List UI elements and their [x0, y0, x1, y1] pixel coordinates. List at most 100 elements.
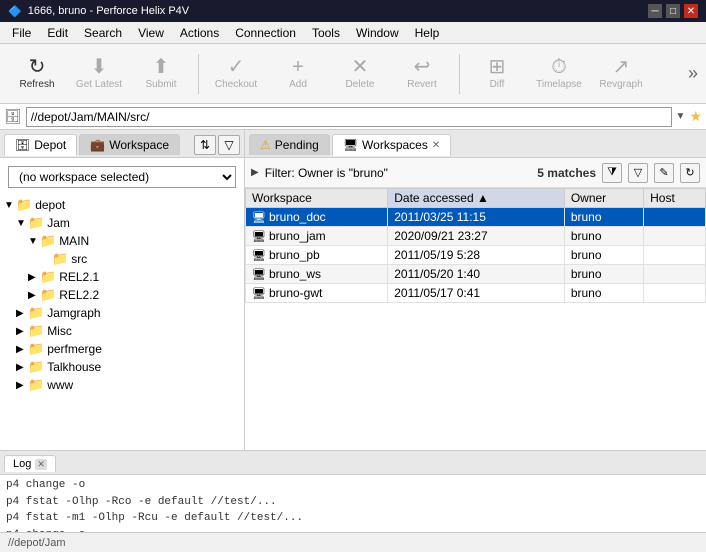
table-row[interactable]: 🖥bruno-gwt 2011/05/17 0:41 bruno: [246, 284, 706, 303]
jam-folder-icon: 📁: [28, 215, 44, 231]
tree-item-jam[interactable]: ▼ 📁 Jam: [0, 214, 244, 232]
revgraph-button[interactable]: ↗ Revgraph: [592, 48, 650, 100]
menu-tools[interactable]: Tools: [304, 24, 348, 42]
revert-label: Revert: [407, 79, 436, 90]
filter-refresh-button[interactable]: ↻: [680, 163, 700, 183]
workspaces-tab[interactable]: 🖥 Workspaces ✕: [332, 134, 451, 156]
checkout-button[interactable]: ✓ Checkout: [207, 48, 265, 100]
rel22-folder-icon: 📁: [40, 287, 56, 303]
sort-button[interactable]: ⇅: [194, 135, 216, 155]
table-row[interactable]: 🖥bruno_jam 2020/09/21 23:27 bruno: [246, 227, 706, 246]
table-row[interactable]: 🖥bruno_pb 2011/05/19 5:28 bruno: [246, 246, 706, 265]
expand-jam-icon[interactable]: ▼: [16, 218, 28, 229]
col-host[interactable]: Host: [644, 189, 706, 208]
tree-label-main: MAIN: [59, 234, 89, 248]
www-folder-icon: 📁: [28, 377, 44, 393]
title-bar-text: 1666, bruno - Perforce Helix P4V: [28, 5, 189, 17]
table-row[interactable]: 🖥bruno_doc 2011/03/25 11:15 bruno: [246, 208, 706, 227]
expand-misc-icon[interactable]: ▶: [16, 326, 28, 337]
menu-help[interactable]: Help: [407, 24, 448, 42]
tree-item-rel21[interactable]: ▶ 📁 REL2.1: [0, 268, 244, 286]
minimize-button[interactable]: ─: [648, 4, 662, 18]
menu-search[interactable]: Search: [76, 24, 130, 42]
menu-window[interactable]: Window: [348, 24, 407, 42]
revgraph-label: Revgraph: [599, 79, 642, 90]
left-tab-bar: 🗄 Depot 💼 Workspace ⇅ ▽: [0, 130, 244, 158]
col-owner-label: Owner: [571, 191, 606, 205]
add-label: Add: [289, 79, 307, 90]
depot-tab[interactable]: 🗄 Depot: [4, 134, 77, 156]
workspace-select[interactable]: (no workspace selected): [8, 166, 236, 188]
expand-rel21-icon[interactable]: ▶: [28, 272, 40, 283]
filter-edit-button[interactable]: ✎: [654, 163, 674, 183]
tree-item-www[interactable]: ▶ 📁 www: [0, 376, 244, 394]
cell-host: [644, 227, 706, 246]
address-input[interactable]: [26, 107, 672, 127]
refresh-button[interactable]: ↻ Refresh: [8, 48, 66, 100]
log-line: p4 fstat -Olhp -Rco -e default //test/..…: [6, 494, 700, 511]
menu-file[interactable]: File: [4, 24, 39, 42]
pending-tab-icon: ⚠: [260, 138, 271, 152]
title-bar: 🔷 1666, bruno - Perforce Helix P4V ─ □ ✕: [0, 0, 706, 22]
diff-button[interactable]: ⊞ Diff: [468, 48, 526, 100]
workspace-tab[interactable]: 💼 Workspace: [79, 134, 180, 155]
submit-icon: ⬆: [153, 57, 170, 77]
refresh-icon: ↻: [29, 57, 46, 77]
tree-item-src[interactable]: 📁 src: [0, 250, 244, 268]
delete-button[interactable]: ✕ Delete: [331, 48, 389, 100]
refresh-label: Refresh: [19, 79, 54, 90]
main-folder-icon: 📁: [40, 233, 56, 249]
workspaces-tab-close[interactable]: ✕: [432, 140, 440, 151]
address-bar: 🗄 ▼ ★: [0, 104, 706, 130]
filter-options-button[interactable]: ▽: [628, 163, 648, 183]
tree-item-talkhouse[interactable]: ▶ 📁 Talkhouse: [0, 358, 244, 376]
toolbar-more-icon[interactable]: »: [688, 63, 698, 84]
tree-item-perfmerge[interactable]: ▶ 📁 perfmerge: [0, 340, 244, 358]
expand-talkhouse-icon[interactable]: ▶: [16, 362, 28, 373]
cell-date: 2011/05/19 5:28: [388, 246, 565, 265]
revert-button[interactable]: ↩ Revert: [393, 48, 451, 100]
expand-main-icon[interactable]: ▼: [28, 236, 40, 247]
cell-workspace: 🖥bruno_jam: [246, 227, 388, 246]
tree-item-misc[interactable]: ▶ 📁 Misc: [0, 322, 244, 340]
tree-item-depot[interactable]: ▼ 📁 depot: [0, 196, 244, 214]
timelapse-button[interactable]: ⏱ Timelapse: [530, 48, 588, 100]
col-date[interactable]: Date accessed ▲: [388, 189, 565, 208]
expand-rel22-icon[interactable]: ▶: [28, 290, 40, 301]
pending-tab[interactable]: ⚠ Pending: [249, 134, 330, 155]
close-button[interactable]: ✕: [684, 4, 698, 18]
address-dropdown-icon[interactable]: ▼: [676, 111, 686, 122]
submit-button[interactable]: ⬆ Submit: [132, 48, 190, 100]
maximize-button[interactable]: □: [666, 4, 680, 18]
table-row[interactable]: 🖥bruno_ws 2011/05/20 1:40 bruno: [246, 265, 706, 284]
get-latest-button[interactable]: ⬇ Get Latest: [70, 48, 128, 100]
expand-www-icon[interactable]: ▶: [16, 380, 28, 391]
log-tab-close[interactable]: ✕: [35, 459, 47, 470]
expand-perfmerge-icon[interactable]: ▶: [16, 344, 28, 355]
expand-jamgraph-icon[interactable]: ▶: [16, 308, 28, 319]
log-content: p4 change -op4 fstat -Olhp -Rco -e defau…: [0, 475, 706, 532]
filter-toggle-icon[interactable]: ▶: [251, 167, 259, 178]
menu-view[interactable]: View: [130, 24, 172, 42]
col-owner[interactable]: Owner: [564, 189, 643, 208]
expand-depot-icon[interactable]: ▼: [4, 200, 16, 211]
tree-item-rel22[interactable]: ▶ 📁 REL2.2: [0, 286, 244, 304]
menu-actions[interactable]: Actions: [172, 24, 227, 42]
menu-connection[interactable]: Connection: [227, 24, 304, 42]
toolbar-separator-1: [198, 54, 199, 94]
cell-host: [644, 265, 706, 284]
tree-item-main[interactable]: ▼ 📁 MAIN: [0, 232, 244, 250]
bookmark-icon[interactable]: ★: [689, 108, 702, 125]
col-workspace[interactable]: Workspace: [246, 189, 388, 208]
cell-host: [644, 284, 706, 303]
menu-edit[interactable]: Edit: [39, 24, 76, 42]
filter-funnel-button[interactable]: ⧩: [602, 163, 622, 183]
tree-label-talkhouse: Talkhouse: [47, 360, 101, 374]
title-bar-controls[interactable]: ─ □ ✕: [648, 4, 698, 18]
tree-item-jamgraph[interactable]: ▶ 📁 Jamgraph: [0, 304, 244, 322]
filter-button[interactable]: ▽: [218, 135, 240, 155]
log-tab[interactable]: Log ✕: [4, 455, 56, 472]
sort-icon: ▲: [477, 191, 489, 205]
add-button[interactable]: + Add: [269, 48, 327, 100]
right-tab-bar: ⚠ Pending 🖥 Workspaces ✕: [245, 130, 706, 158]
